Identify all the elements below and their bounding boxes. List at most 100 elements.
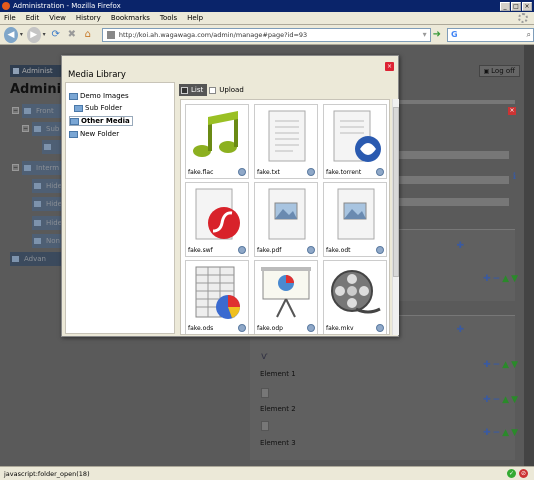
reload-icon[interactable]: ⟳ [50,28,62,42]
tree-item[interactable]: Interm [22,161,62,175]
tab-upload[interactable]: Upload [207,84,248,96]
file-name: fake.pdf [257,247,282,254]
download-icon[interactable] [307,168,315,176]
element-2-icon [261,388,269,398]
download-icon[interactable] [307,246,315,254]
tree-item[interactable]: Hide [32,216,62,230]
menu-bar: File Edit View History Bookmarks Tools H… [0,12,534,25]
download-icon[interactable] [376,324,384,332]
video-file-icon [331,270,381,314]
tree-item[interactable] [42,140,62,154]
media-item-odp[interactable]: fake.odp [254,260,318,334]
tree-item[interactable]: Non [32,234,62,248]
tree-item[interactable]: Front [22,104,62,118]
file-name: fake.flac [188,169,214,176]
grid-scrollbar[interactable] [392,99,399,335]
block-controls[interactable]: ✚−▲▼ [483,274,520,284]
download-icon[interactable] [376,246,384,254]
menu-file[interactable]: File [4,14,16,22]
log-off-button[interactable]: Log off [478,65,520,77]
bookmark-star-icon[interactable]: ▾ [423,30,427,39]
upload-icon [209,86,217,94]
menu-help[interactable]: Help [187,14,203,22]
forward-button[interactable]: ▶ [26,26,41,43]
window-titlebar: Administration - Mozilla Firefox _ □ × [0,0,534,12]
throbber-icon [518,13,528,23]
menu-bookmarks[interactable]: Bookmarks [111,14,150,22]
go-arrow-icon[interactable]: ➜ [433,29,443,41]
menu-view[interactable]: View [49,14,66,22]
folder-label: Sub Folder [85,104,123,112]
folder-label: New Folder [80,130,120,138]
nav-toolbar: ◀ ▾ ▶ ▾ ⟳ ✖ ⌂ http://koi.ah.wagawaga.com… [0,25,534,45]
download-icon[interactable] [376,168,384,176]
dialog-title: Media Library [68,70,126,80]
download-icon[interactable] [238,246,246,254]
media-item-flac[interactable]: fake.flac [185,104,249,179]
right-panel-header [399,100,515,104]
maximize-button[interactable]: □ [511,1,521,11]
spreadsheet-file-icon [195,266,240,319]
grid-scroll-thumb[interactable] [393,107,399,277]
stop-icon[interactable]: ✖ [66,28,78,42]
tree-item[interactable]: Hide [32,179,62,193]
media-item-swf[interactable]: fake.swf [185,182,249,257]
home-icon[interactable]: ⌂ [82,28,94,42]
tree-item[interactable]: Sub [32,122,62,136]
tab-list[interactable]: List [179,84,208,96]
menu-history[interactable]: History [76,14,101,22]
page-scrollbar[interactable] [524,45,534,466]
check-icon[interactable]: ✓ [507,469,516,478]
tree-item-advanced[interactable]: Advan [10,252,62,266]
element-1-controls[interactable]: ✚−▲▼ [483,360,520,370]
element-1-label: Element 1 [260,370,296,378]
minimize-button[interactable]: _ [500,1,510,11]
back-button[interactable]: ◀ [4,26,18,43]
folder-other-media[interactable]: Other Media [69,116,133,126]
download-icon[interactable] [238,324,246,332]
media-item-mkv[interactable]: fake.mkv [323,260,387,334]
view-tabs: List Upload [179,84,248,96]
info-icon[interactable]: ℹ [513,172,518,182]
block-icon[interactable]: ⊘ [519,469,528,478]
document-file-icon [337,188,375,240]
folder-demo-images[interactable]: Demo Images [69,92,129,100]
address-bar[interactable]: http://koi.ah.wagawaga.com/admin/manage#… [101,27,431,42]
tree-item[interactable]: Hide [32,197,62,211]
elements-add-control[interactable]: ✚ [456,325,466,335]
search-box[interactable]: G ⌕ [447,27,534,42]
tree-collapse-icon[interactable]: − [12,164,19,171]
media-item-txt[interactable]: fake.txt [254,104,318,179]
folder-sub-folder[interactable]: Sub Folder [74,104,122,112]
file-name: fake.swf [188,247,213,254]
element-3-controls[interactable]: ✚−▲▼ [483,428,520,438]
search-icon[interactable]: ⌕ [527,30,531,40]
media-item-ods[interactable]: fake.ods [185,260,249,334]
element-2-controls[interactable]: ✚−▲▼ [483,395,520,405]
media-item-pdf[interactable]: fake.pdf [254,182,318,257]
menu-edit[interactable]: Edit [26,14,40,22]
folder-label: Demo Images [80,92,129,100]
close-button[interactable]: × [522,1,532,11]
field-bar [399,176,509,184]
file-name: fake.torrent [326,169,362,176]
media-item-odt[interactable]: fake.odt [323,182,387,257]
folder-label: Other Media [81,117,130,125]
media-item-torrent[interactable]: fake.torrent [323,104,387,179]
menu-tools[interactable]: Tools [160,14,177,22]
tree-collapse-icon[interactable]: − [22,125,29,132]
download-icon[interactable] [307,324,315,332]
tree-collapse-icon[interactable]: − [12,107,19,114]
admin-top-strip[interactable]: Administ [10,65,66,77]
file-name: fake.mkv [326,325,354,332]
panel-close-icon[interactable]: × [508,107,516,115]
block-add-control[interactable]: ✚ [456,241,466,251]
folder-new-folder[interactable]: New Folder [69,130,119,138]
folder-icon [74,104,83,112]
forward-dropdown-icon[interactable]: ▾ [43,31,46,38]
download-icon[interactable] [238,168,246,176]
dialog-close-icon[interactable]: × [385,62,394,71]
address-url[interactable]: http://koi.ah.wagawaga.com/admin/manage#… [119,31,307,39]
file-name: fake.odt [326,247,351,254]
back-dropdown-icon[interactable]: ▾ [20,31,23,38]
